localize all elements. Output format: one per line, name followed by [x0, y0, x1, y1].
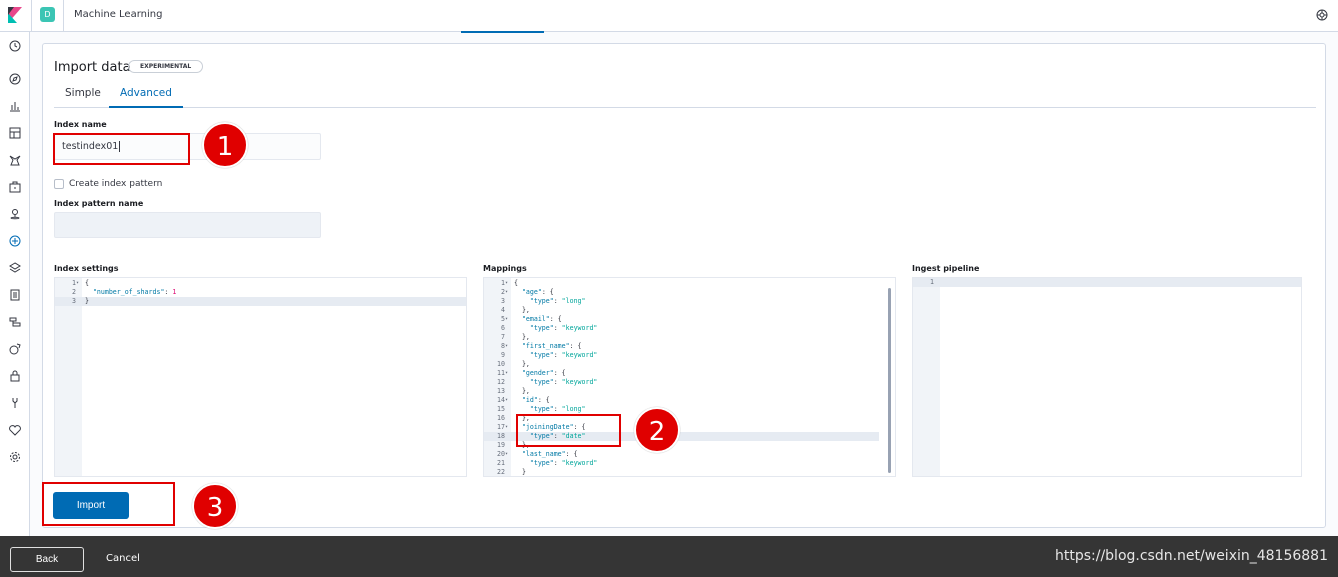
code-line: 4 }, [501, 306, 530, 314]
active-indicator-bar [461, 31, 544, 33]
lock-icon[interactable] [9, 370, 21, 382]
briefcase-icon[interactable] [9, 181, 21, 193]
annotation-badge-3: 3 [192, 483, 238, 529]
clock-icon[interactable] [9, 40, 21, 52]
index-settings-editor[interactable]: 1 ▾{ 2 "number_of_shards": 1 3} [54, 277, 467, 477]
code-line: 14 ▾ "id": { [497, 396, 550, 404]
watermark-text: https://blog.csdn.net/weixin_48156881 [1054, 548, 1328, 564]
space-avatar[interactable]: D [40, 7, 55, 22]
dev-tools-icon[interactable] [9, 397, 21, 409]
gear-icon[interactable] [9, 451, 21, 463]
editor-gutter [55, 278, 82, 476]
code-line: 1 ▾{ [501, 279, 518, 287]
stack-icon[interactable] [9, 262, 21, 274]
annotation-badge-2: 2 [634, 407, 680, 453]
annotation-box-import [42, 482, 175, 526]
canvas-icon[interactable] [9, 154, 21, 166]
tab-advanced[interactable]: Advanced [109, 87, 183, 108]
annotation-box-index-name [53, 133, 190, 165]
import-tabs: Simple Advanced [54, 82, 1316, 108]
editor-gutter [913, 278, 940, 476]
code-line: 13 }, [497, 387, 530, 395]
annotation-badge-1: 1 [202, 122, 248, 168]
logs-icon[interactable] [9, 289, 21, 301]
bottom-action-bar: Back Cancel https://blog.csdn.net/weixin… [0, 536, 1338, 577]
index-pattern-name-input[interactable] [54, 212, 321, 238]
dashboard-icon[interactable] [9, 127, 21, 139]
header-divider [31, 0, 32, 32]
code-line: 10 }, [497, 360, 530, 368]
breadcrumb-app-title[interactable]: Machine Learning [74, 9, 162, 20]
experimental-badge: EXPERIMENTAL [128, 60, 204, 73]
code-line: 20 ▾ "last_name": { [497, 450, 578, 458]
code-line: 1 [913, 278, 1301, 287]
uptime-icon[interactable] [9, 343, 21, 355]
code-line: 21 "type": "keyword" [497, 459, 598, 467]
heartbeat-icon[interactable] [9, 424, 21, 436]
bar-chart-icon[interactable] [9, 100, 21, 112]
header-divider [63, 0, 64, 32]
apm-icon[interactable] [9, 316, 21, 328]
code-line: 8 ▾ "first_name": { [501, 342, 582, 350]
cancel-link[interactable]: Cancel [106, 553, 140, 564]
index-pattern-name-label: Index pattern name [54, 199, 144, 208]
code-line: 11 ▾ "gender": { [497, 369, 566, 377]
index-name-label: Index name [54, 120, 107, 129]
top-header: D Machine Learning [0, 0, 1338, 32]
code-line: 15 "type": "long" [497, 405, 586, 413]
code-line: 2 ▾ "age": { [501, 288, 554, 296]
help-menu-icon[interactable] [1316, 9, 1328, 21]
code-line: 5 ▾ "email": { [501, 315, 562, 323]
code-line: 2 "number_of_shards": 1 [72, 288, 177, 296]
code-line: 22 } [497, 468, 526, 476]
mappings-editor[interactable]: 1 ▾{ 2 ▾ "age": { 3 "type": "long" 4 }, 5 ▾… [483, 277, 896, 477]
editor-scrollbar[interactable] [888, 288, 891, 473]
code-line: 1 ▾{ [72, 279, 89, 287]
import-data-panel: Import data EXPERIMENTAL Simple Advanced… [42, 43, 1326, 528]
code-line: 6 "type": "keyword" [501, 324, 598, 332]
ingest-pipeline-label: Ingest pipeline [912, 264, 980, 273]
create-index-pattern-checkbox[interactable] [54, 179, 64, 189]
create-index-pattern-label[interactable]: Create index pattern [69, 179, 162, 189]
ingest-pipeline-editor[interactable]: 1 [912, 277, 1302, 477]
mappings-label: Mappings [483, 264, 527, 273]
index-settings-label: Index settings [54, 264, 119, 273]
kibana-logo-icon[interactable] [8, 7, 22, 23]
code-line: 9 "type": "keyword" [501, 351, 598, 359]
code-line: 3} [55, 297, 466, 306]
back-button[interactable]: Back [10, 547, 84, 572]
page-title: Import data [54, 60, 131, 75]
compass-icon[interactable] [9, 73, 21, 85]
annotation-box-joining-date [516, 414, 621, 447]
code-line: 7 }, [501, 333, 530, 341]
map-pin-icon[interactable] [9, 208, 21, 220]
machine-learning-icon[interactable] [9, 235, 21, 247]
tab-simple[interactable]: Simple [54, 87, 112, 108]
code-line: 3 "type": "long" [501, 297, 586, 305]
code-line: 12 "type": "keyword" [497, 378, 598, 386]
